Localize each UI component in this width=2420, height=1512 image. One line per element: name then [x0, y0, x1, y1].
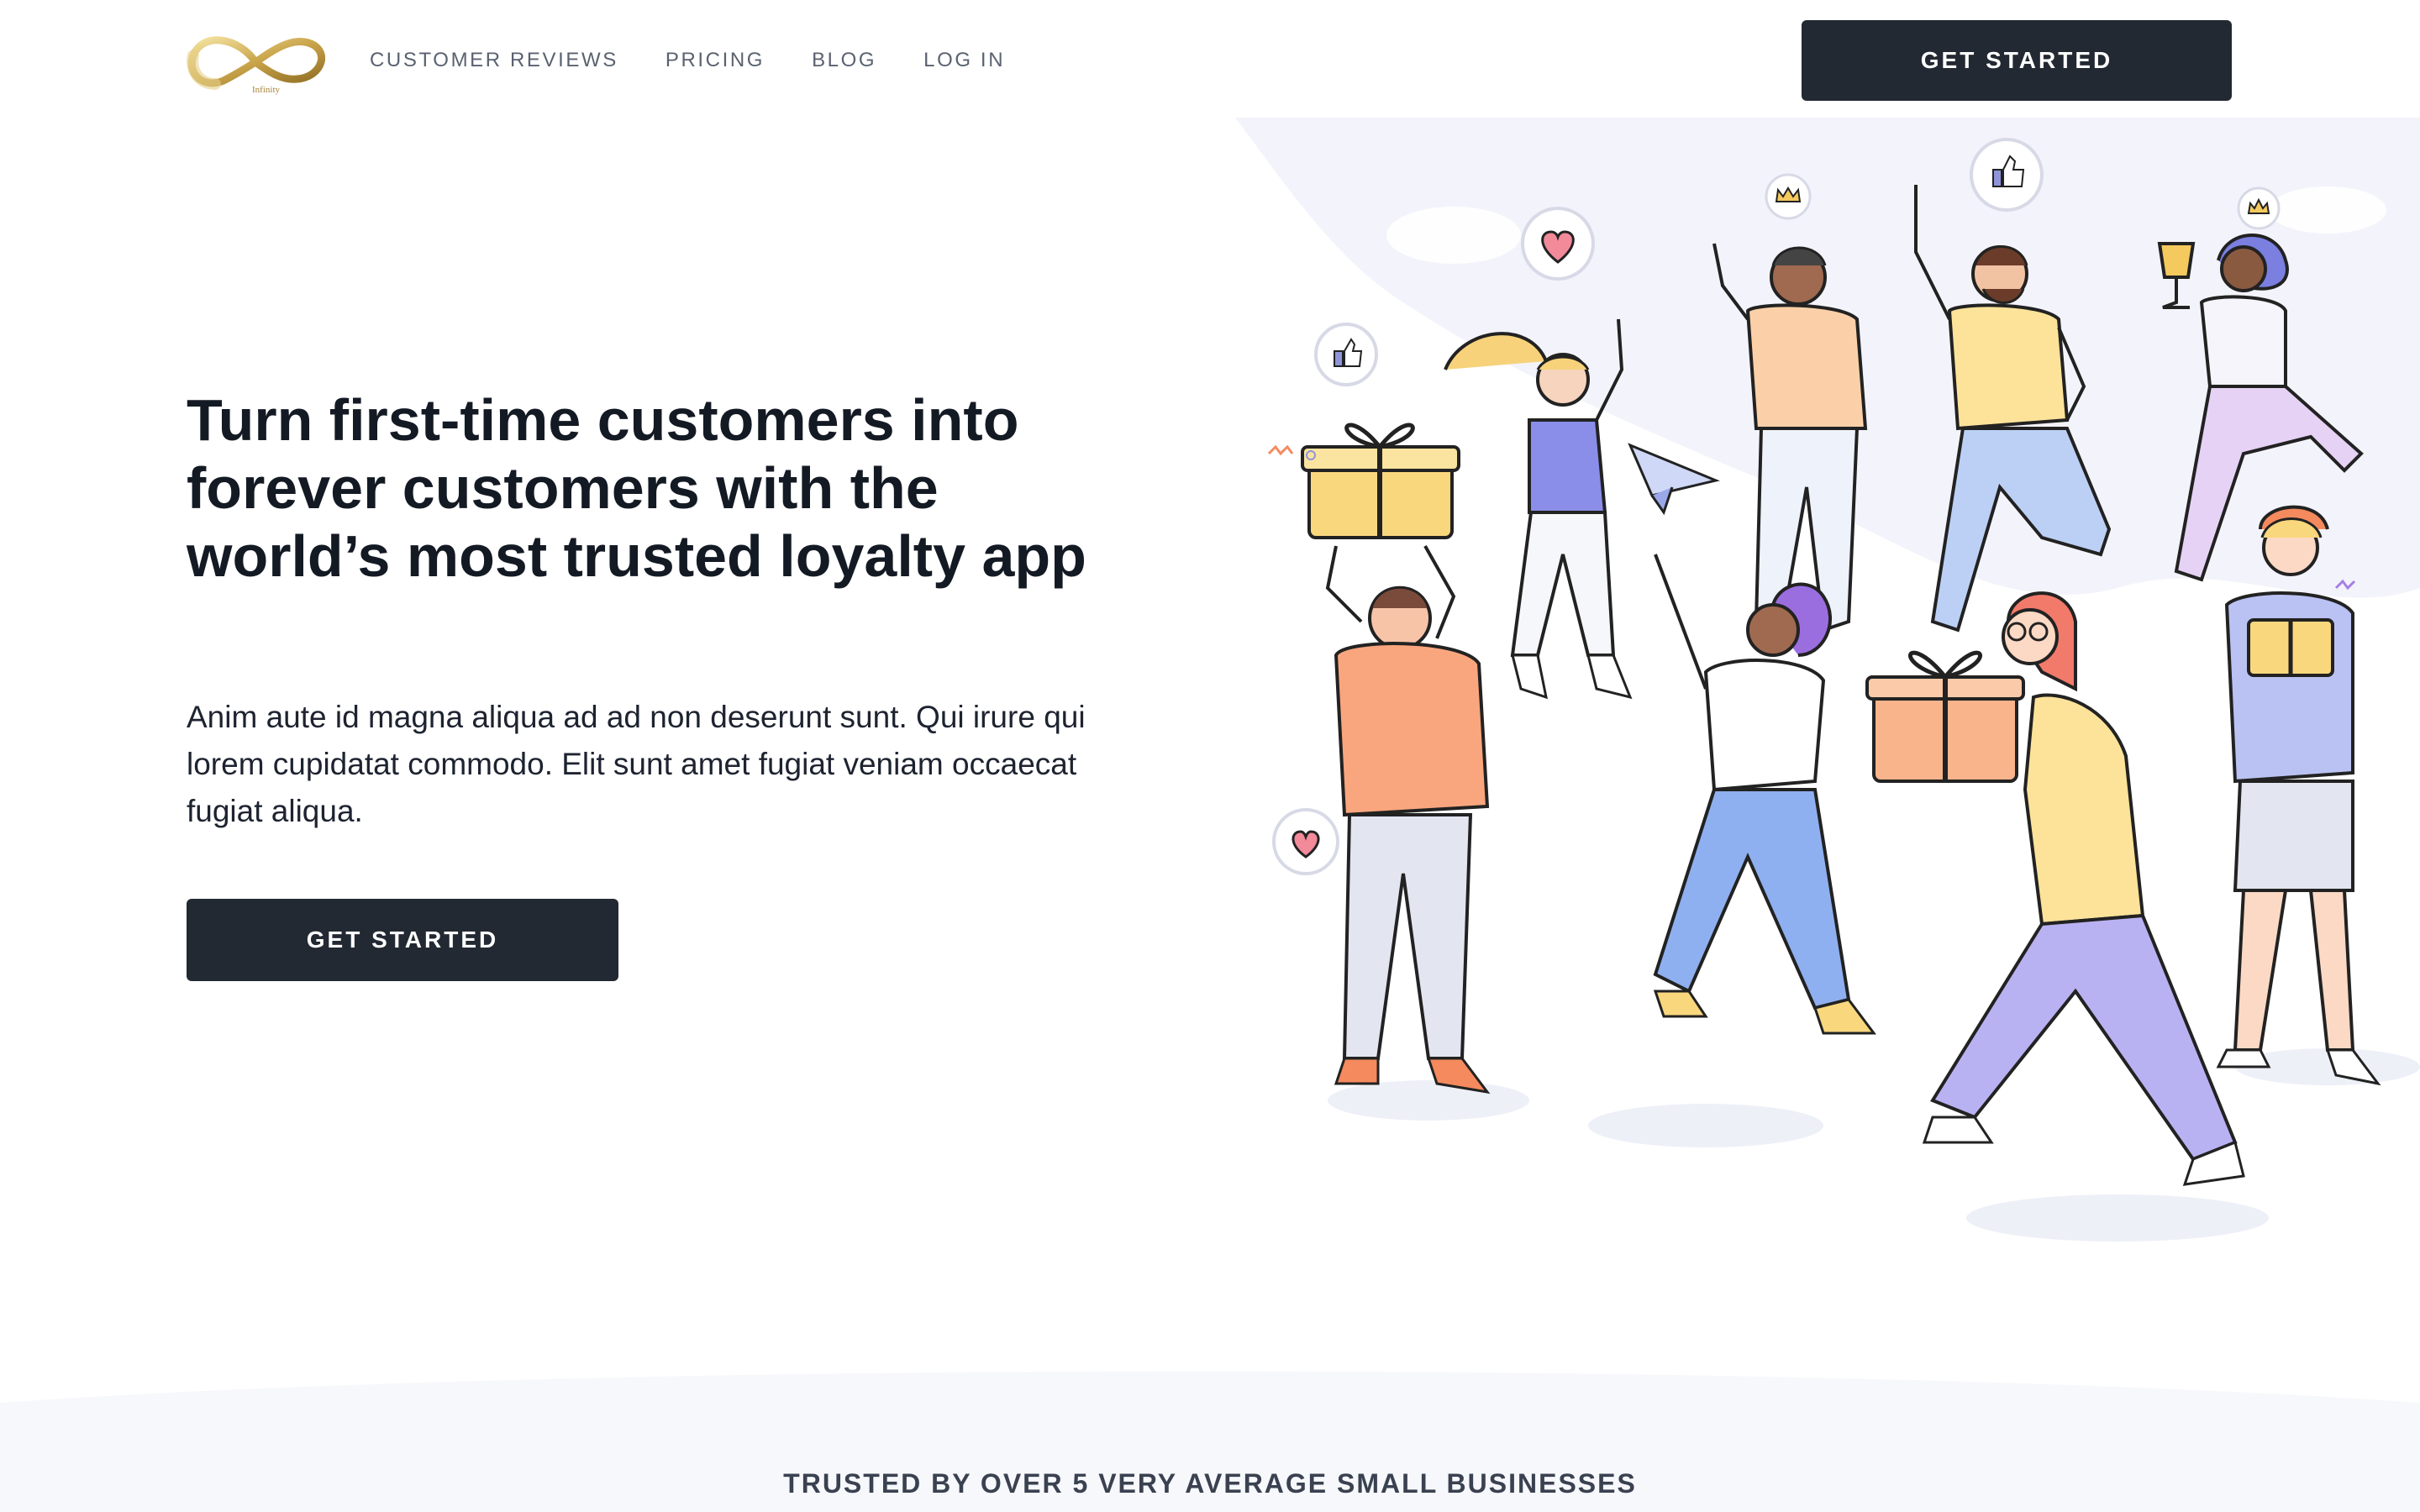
- ground-shadow: [1328, 1080, 1529, 1121]
- hero-title: Turn first-time customers into forever c…: [187, 387, 1086, 589]
- cloud-shape: [1386, 207, 1521, 264]
- crown-icon: [2237, 186, 2281, 230]
- logo[interactable]: Infinity: [187, 22, 326, 97]
- svg-text:Infinity: Infinity: [252, 85, 280, 95]
- celebration-illustration: [1235, 118, 2420, 1242]
- ground-shadow: [1966, 1194, 2269, 1242]
- crown-icon: [1765, 173, 1812, 220]
- paper-plane-icon: [1628, 443, 1720, 516]
- nav-customer-reviews[interactable]: CUSTOMER REVIEWS: [370, 47, 618, 74]
- person-with-gift-illustration: [1301, 423, 1491, 1095]
- trusted-by-text: TRUSTED BY OVER 5 VERY AVERAGE SMALL BUS…: [783, 1468, 1637, 1499]
- site-header: Infinity CUSTOMER REVIEWS PRICING BLOG L…: [0, 0, 2420, 121]
- cloud-shape: [2269, 186, 2386, 234]
- main-nav: CUSTOMER REVIEWS PRICING BLOG LOG IN: [370, 47, 1005, 74]
- landing-page: Infinity CUSTOMER REVIEWS PRICING BLOG L…: [0, 0, 2420, 1512]
- thumbs-up-icon: [1314, 323, 1378, 386]
- heart-icon: [1272, 808, 1339, 875]
- hero-subtitle: Anim aute id magna aliqua ad ad non dese…: [187, 700, 1086, 828]
- nav-pricing[interactable]: PRICING: [666, 47, 765, 74]
- hero-get-started-button[interactable]: GET STARTED: [187, 899, 618, 981]
- nav-log-in[interactable]: LOG IN: [923, 47, 1005, 74]
- confetti-shape: [1267, 444, 1294, 456]
- person-reaching-illustration: [1653, 554, 1876, 1035]
- header-get-started-button[interactable]: GET STARTED: [1802, 20, 2232, 101]
- ground-shadow: [1588, 1104, 1823, 1147]
- heart-icon: [1521, 207, 1595, 281]
- nav-blog[interactable]: BLOG: [812, 47, 876, 74]
- infinity-logo-icon: Infinity: [187, 36, 326, 95]
- thumbs-up-icon: [1970, 138, 2044, 212]
- person-carrying-gift-illustration: [1865, 591, 2245, 1186]
